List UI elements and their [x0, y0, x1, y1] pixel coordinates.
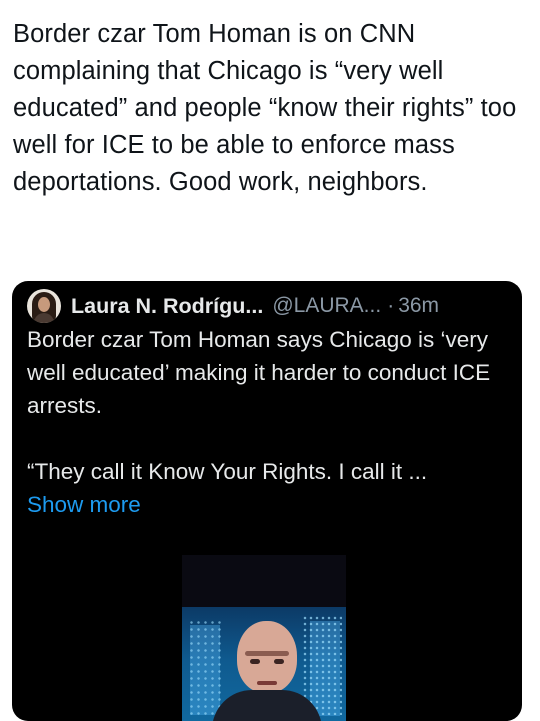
time-separator: · [387, 294, 395, 317]
post-text: Border czar Tom Homan is on CNN complain… [13, 20, 517, 196]
quoted-post-card[interactable]: Laura N. Rodrígu... @LAURA... · 36m Bord… [12, 281, 522, 721]
author-avatar[interactable] [27, 289, 61, 323]
quoted-post-header: Laura N. Rodrígu... @LAURA... · 36m [27, 289, 439, 323]
author-name[interactable]: Laura N. Rodrígu... [71, 294, 263, 319]
show-more-link[interactable]: Show more [27, 488, 141, 521]
video-thumbnail[interactable] [182, 555, 346, 721]
post-timestamp[interactable]: 36m [398, 294, 439, 318]
quoted-post-body: Border czar Tom Homan says Chicago is ‘v… [27, 323, 512, 521]
quoted-post-text-para2: “They call it Know Your Rights. I call i… [27, 459, 428, 484]
author-handle[interactable]: @LAURA... [272, 294, 381, 318]
quoted-post-text-para1: Border czar Tom Homan says Chicago is ‘v… [27, 327, 491, 418]
